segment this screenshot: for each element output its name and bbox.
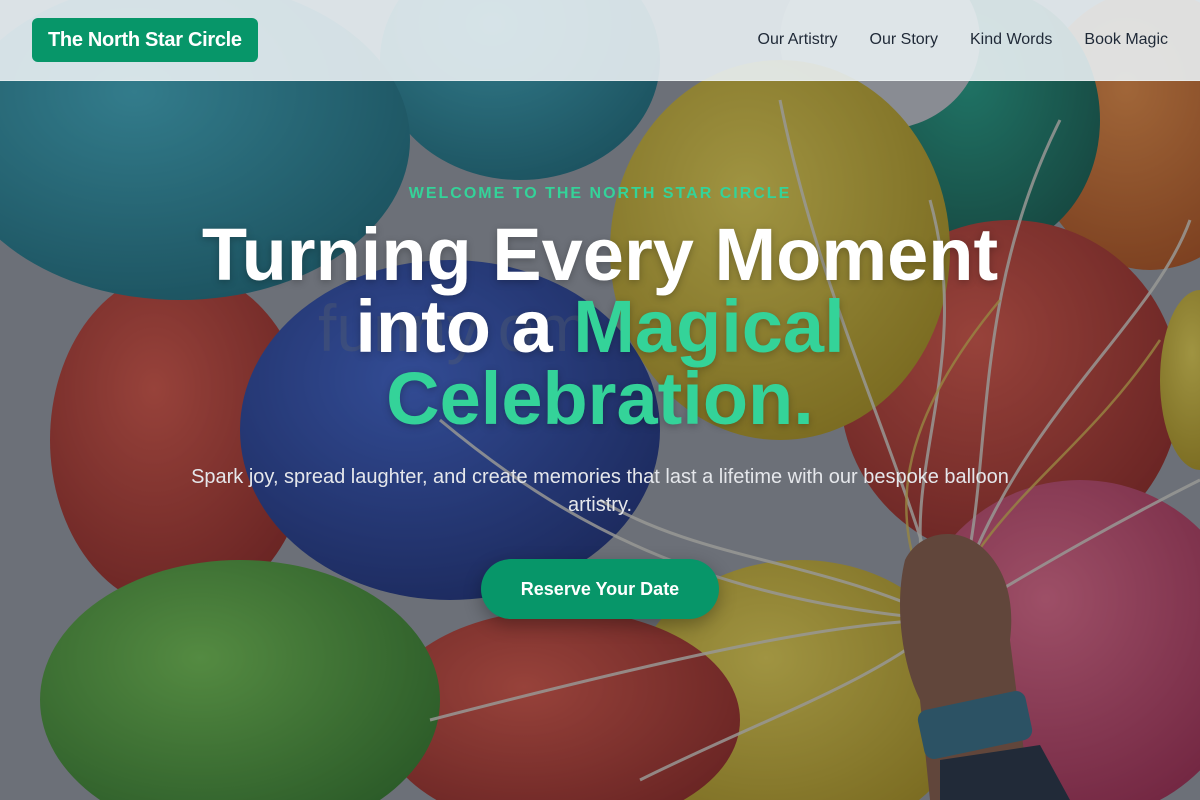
- main-nav: Our Artistry Our Story Kind Words Book M…: [758, 31, 1168, 49]
- reserve-date-button[interactable]: Reserve Your Date: [481, 559, 719, 619]
- brand-logo[interactable]: The North Star Circle: [32, 18, 258, 62]
- hero-headline: Turning Every Moment into a Magical Cele…: [170, 218, 1030, 436]
- nav-link-kind-words[interactable]: Kind Words: [970, 31, 1052, 49]
- hero-eyebrow: WELCOME TO THE NORTH STAR CIRCLE: [408, 185, 792, 202]
- hero-section: WELCOME TO THE NORTH STAR CIRCLE Turning…: [0, 81, 1200, 800]
- nav-link-book-magic[interactable]: Book Magic: [1084, 31, 1168, 49]
- site-header: The North Star Circle Our Artistry Our S…: [0, 0, 1200, 81]
- nav-link-our-artistry[interactable]: Our Artistry: [758, 31, 838, 49]
- hero-subtitle: Spark joy, spread laughter, and create m…: [191, 466, 1009, 516]
- nav-link-our-story[interactable]: Our Story: [870, 31, 938, 49]
